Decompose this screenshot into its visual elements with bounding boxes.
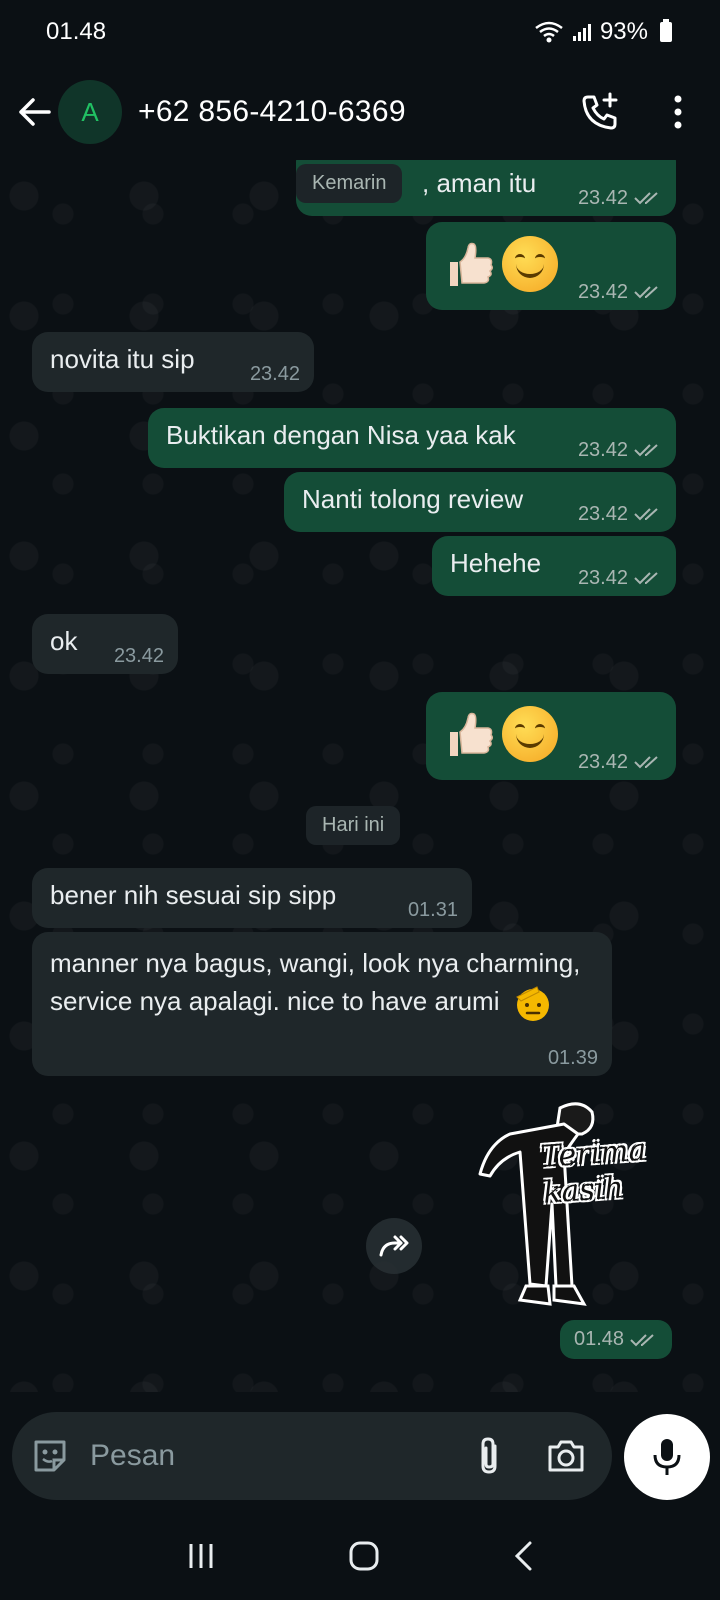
wifi-icon xyxy=(535,21,563,43)
date-label: Hari ini xyxy=(322,814,385,836)
forward-button[interactable] xyxy=(366,1218,422,1274)
message-time: 23.42 xyxy=(577,751,628,773)
message-time: 01.39 xyxy=(547,1047,598,1069)
message-time: 23.42 xyxy=(249,363,300,385)
camera-button[interactable] xyxy=(544,1434,588,1478)
message-outgoing[interactable]: 23.42 xyxy=(426,222,676,310)
message-meta: 23.42 xyxy=(578,568,662,588)
camera-icon xyxy=(548,1440,584,1472)
arrow-left-icon xyxy=(19,98,51,126)
signal-icon xyxy=(572,24,591,41)
recent-apps-button[interactable] xyxy=(186,1541,216,1571)
more-options-button[interactable] xyxy=(656,90,700,134)
message-incoming[interactable]: novita itu sip 23.42 xyxy=(32,332,314,392)
message-meta: 23.42 xyxy=(250,364,300,384)
message-text: ‌, aman itu xyxy=(422,168,537,198)
message-input[interactable] xyxy=(90,1439,450,1473)
smiling-face-icon xyxy=(502,706,558,762)
back-button[interactable] xyxy=(14,92,54,132)
message-time: 01.48 xyxy=(574,1328,625,1350)
double-check-icon xyxy=(634,444,658,457)
sticker-button[interactable] xyxy=(30,1436,70,1476)
double-check-icon xyxy=(630,1333,654,1346)
message-text: manner nya bagus, wangi, look nya charmi… xyxy=(50,948,581,1016)
message-outgoing[interactable]: Buktikan dengan Nisa yaa kak 23.42 xyxy=(148,408,676,468)
message-time: 23.42 xyxy=(577,439,628,461)
chat-header: A +62 856-4210-6369 xyxy=(0,64,720,160)
avatar[interactable]: A xyxy=(58,80,122,144)
double-check-icon xyxy=(634,508,658,521)
battery-percent: 93% xyxy=(599,18,648,45)
message-meta: 23.42 xyxy=(578,282,662,302)
message-text: ok xyxy=(50,626,78,656)
sticker-icon xyxy=(34,1440,66,1472)
phone-plus-icon xyxy=(582,92,618,130)
double-check-icon xyxy=(634,572,658,585)
message-meta: 23.42 xyxy=(578,440,662,460)
message-time: 23.42 xyxy=(577,567,628,589)
message-outgoing[interactable]: Nanti tolong review 23.42 xyxy=(284,472,676,532)
status-icons: 93% xyxy=(534,18,672,46)
forward-icon xyxy=(379,1235,409,1257)
message-text: Buktikan dengan Nisa yaa kak xyxy=(166,420,516,450)
message-meta: 23.42 xyxy=(114,646,164,666)
double-check-icon xyxy=(634,192,658,205)
sticker-meta: 01.48 xyxy=(560,1320,673,1359)
system-nav-bar xyxy=(0,1512,720,1600)
chat-area[interactable]: ‌, aman itu 23.42 Kemarin 23.42 novita i… xyxy=(0,160,720,1392)
message-text: bener nih sesuai sip sipp xyxy=(50,880,337,910)
dots-vertical-icon xyxy=(674,95,682,129)
date-pill-yesterday: Kemarin xyxy=(296,164,403,203)
microphone-icon xyxy=(653,1439,681,1475)
message-time: 23.42 xyxy=(577,187,628,209)
status-bar: 01.48 93% xyxy=(0,0,720,64)
saluting-face-icon xyxy=(515,986,549,1022)
back-nav-button[interactable] xyxy=(512,1540,534,1572)
sticker-message[interactable]: Terima kasih xyxy=(460,1094,660,1324)
message-time: 23.42 xyxy=(577,503,628,525)
status-time: 01.48 xyxy=(46,18,107,45)
message-time: 23.42 xyxy=(113,645,164,667)
message-meta: 23.42 xyxy=(578,504,662,524)
attach-button[interactable] xyxy=(468,1434,512,1478)
message-text: novita itu sip xyxy=(50,344,195,374)
message-text: Nanti tolong review xyxy=(302,484,524,514)
date-label: Kemarin xyxy=(312,172,387,194)
message-incoming[interactable]: ok 23.42 xyxy=(32,614,178,674)
message-meta: 23.42 xyxy=(578,188,662,208)
message-meta: 01.31 xyxy=(408,900,458,920)
message-meta: 01.39 xyxy=(548,1048,598,1068)
double-check-icon xyxy=(634,756,658,769)
date-pill-today: Hari ini xyxy=(306,806,401,845)
smiling-face-icon xyxy=(502,236,558,292)
message-text: Hehehe xyxy=(450,548,542,578)
message-outgoing[interactable]: Hehehe 23.42 xyxy=(432,536,676,596)
message-outgoing[interactable]: 23.42 xyxy=(426,692,676,780)
message-time: 23.42 xyxy=(577,281,628,303)
battery-icon xyxy=(660,19,672,42)
home-icon xyxy=(349,1541,379,1571)
paperclip-icon xyxy=(481,1437,497,1474)
message-time: 01.31 xyxy=(407,899,458,921)
recent-apps-icon xyxy=(189,1544,213,1568)
message-incoming[interactable]: manner nya bagus, wangi, look nya charmi… xyxy=(32,932,612,1076)
sticker-caption: Terima kasih xyxy=(539,1132,648,1211)
home-button[interactable] xyxy=(348,1540,380,1572)
thumbs-up-icon xyxy=(450,242,494,286)
message-composer xyxy=(12,1412,612,1500)
message-incoming[interactable]: bener nih sesuai sip sipp 01.31 xyxy=(32,868,472,928)
add-call-button[interactable] xyxy=(578,90,622,134)
message-meta: 23.42 xyxy=(578,752,662,772)
contact-name[interactable]: +62 856-4210-6369 xyxy=(138,95,406,129)
double-check-icon xyxy=(634,286,658,299)
chevron-left-icon xyxy=(514,1541,532,1571)
thumbs-up-icon xyxy=(450,712,494,756)
voice-message-button[interactable] xyxy=(624,1414,710,1500)
